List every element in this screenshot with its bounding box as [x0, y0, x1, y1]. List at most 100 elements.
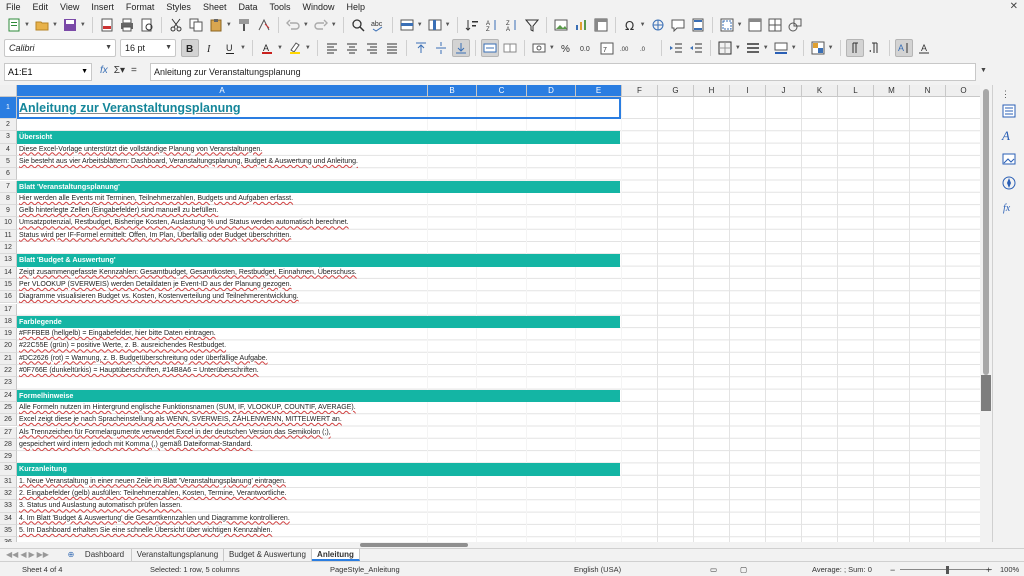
save-dropdown-icon[interactable]: ▼: [80, 22, 86, 28]
cut-icon[interactable]: [167, 16, 185, 34]
redo-icon[interactable]: [312, 16, 330, 34]
column-header-h[interactable]: H: [694, 85, 730, 97]
menu-edit[interactable]: Edit: [27, 2, 55, 12]
text-cell[interactable]: Zeigt zusammengefasste Kennzahlen: Gesam…: [17, 267, 620, 279]
borders-icon[interactable]: [716, 39, 734, 57]
column-header-e[interactable]: E: [576, 85, 622, 97]
text-cell[interactable]: Status wird per IF-Formel ermittelt: Off…: [17, 230, 620, 242]
italic-button[interactable]: I: [201, 39, 219, 57]
section-header-cell[interactable]: Übersicht: [17, 131, 620, 144]
sort-icon[interactable]: [463, 16, 481, 34]
text-cell[interactable]: Sie besteht aus vier Arbeitsblättern: Da…: [17, 156, 620, 168]
hyperlink-icon[interactable]: [649, 16, 667, 34]
row-header-6[interactable]: 6: [0, 168, 17, 181]
text-cell[interactable]: Gelb hinterlegte Zellen (Eingabefelder) …: [17, 205, 620, 217]
print-preview-icon[interactable]: [138, 16, 156, 34]
headers-footers-icon[interactable]: [689, 16, 707, 34]
row-icon[interactable]: [398, 16, 416, 34]
font-name-combobox[interactable]: Calibri ▼: [4, 39, 116, 57]
print-icon[interactable]: [118, 16, 136, 34]
conditional-dropdown-icon[interactable]: ▼: [828, 45, 834, 51]
new-document-icon[interactable]: [5, 16, 23, 34]
open-folder-icon[interactable]: [33, 16, 51, 34]
row-header-22[interactable]: 22: [0, 365, 17, 378]
print-area-dropdown-icon[interactable]: ▼: [737, 22, 743, 28]
horizontal-scroll-thumb[interactable]: [360, 543, 468, 547]
zoom-level[interactable]: 100%: [1000, 565, 1019, 574]
insert-chart-icon[interactable]: [572, 16, 590, 34]
formula-icon[interactable]: =: [131, 65, 137, 76]
text-cell[interactable]: [17, 119, 620, 131]
styles-icon[interactable]: A: [1001, 127, 1017, 143]
column-header-l[interactable]: L: [838, 85, 874, 97]
section-header-cell[interactable]: Formelhinweise: [17, 389, 620, 402]
menu-format[interactable]: Format: [120, 2, 161, 12]
sidebar-menu-icon[interactable]: ⋮: [1001, 89, 1010, 100]
select-all-corner[interactable]: [0, 85, 17, 97]
font-color-dropdown-icon[interactable]: ▼: [277, 45, 283, 51]
tab-veranstaltungsplanung[interactable]: Veranstaltungsplanung: [132, 549, 224, 561]
split-window-icon[interactable]: [766, 16, 784, 34]
date-format-icon[interactable]: 7: [598, 39, 616, 57]
row-header-29[interactable]: 29: [0, 451, 17, 464]
undo-dropdown-icon[interactable]: ▼: [303, 22, 309, 28]
text-cell[interactable]: 4. Im Blatt 'Budget & Auswertung' die Ge…: [17, 513, 620, 525]
functions-icon[interactable]: fx: [1001, 199, 1017, 215]
sort-descending-icon[interactable]: ZA: [503, 16, 521, 34]
text-cell[interactable]: Umsatzpotenzial, Restbudget, Bisherige K…: [17, 217, 620, 229]
previous-sheet-icon[interactable]: ◀: [20, 550, 26, 559]
text-direction-rtl-icon[interactable]: [866, 39, 884, 57]
sheet-navigation[interactable]: ◀◀ ◀ ▶ ▶▶: [6, 550, 49, 559]
align-right-icon[interactable]: [363, 39, 381, 57]
text-cell[interactable]: Als Trennzeichen für Formelargumente ver…: [17, 427, 620, 439]
text-cell[interactable]: #0F766E (dunkeltürkis) = Hauptüberschrif…: [17, 365, 620, 377]
find-replace-icon[interactable]: [349, 16, 367, 34]
gallery-icon[interactable]: [1001, 151, 1017, 167]
menu-data[interactable]: Data: [232, 2, 263, 12]
row-header-24[interactable]: 24: [0, 389, 17, 402]
insert-image-icon[interactable]: [552, 16, 570, 34]
text-cell[interactable]: [17, 451, 620, 463]
row-header-21[interactable]: 21: [0, 352, 17, 365]
special-character-icon[interactable]: Ω: [621, 16, 639, 34]
conditional-format-icon[interactable]: [809, 39, 827, 57]
redo-dropdown-icon[interactable]: ▼: [331, 22, 337, 28]
row-header-13[interactable]: 13: [0, 254, 17, 267]
column-header-j[interactable]: J: [766, 85, 802, 97]
column-icon[interactable]: [426, 16, 444, 34]
text-cell[interactable]: #22C55E (grün) = positive Werte, z. B. a…: [17, 340, 620, 352]
row-header-23[interactable]: 23: [0, 377, 17, 390]
text-cell[interactable]: [17, 168, 620, 180]
borders-dropdown-icon[interactable]: ▼: [735, 45, 741, 51]
row-header-16[interactable]: 16: [0, 291, 17, 304]
currency-dropdown-icon[interactable]: ▼: [549, 45, 555, 51]
undo-icon[interactable]: [284, 16, 302, 34]
cell-area[interactable]: Anleitung zur Veranstaltungsplanung Übers…: [17, 97, 980, 542]
align-top-icon[interactable]: [412, 39, 430, 57]
text-cell[interactable]: 3. Status und Auslastung automatisch prü…: [17, 500, 620, 512]
column-header-o[interactable]: O: [946, 85, 980, 97]
row-header-35[interactable]: 35: [0, 524, 17, 538]
currency-format-icon[interactable]: [530, 39, 548, 57]
border-color-icon[interactable]: [772, 39, 790, 57]
special-character-dropdown-icon[interactable]: ▼: [640, 22, 646, 28]
column-header-b[interactable]: B: [428, 85, 477, 97]
row-header-18[interactable]: 18: [0, 315, 17, 329]
center-vertically-icon[interactable]: [432, 39, 450, 57]
row-dropdown-icon[interactable]: ▼: [417, 22, 423, 28]
row-header-19[interactable]: 19: [0, 328, 17, 341]
sum-icon[interactable]: Σ▾: [114, 65, 125, 76]
text-cell[interactable]: Diese Excel-Vorlage unterstützt die voll…: [17, 144, 620, 156]
row-header-36[interactable]: 36: [0, 537, 17, 542]
spelling-icon[interactable]: abc: [369, 16, 387, 34]
column-header-m[interactable]: M: [874, 85, 910, 97]
column-header-d[interactable]: D: [527, 85, 576, 97]
show-draw-functions-icon[interactable]: [786, 16, 804, 34]
menu-styles[interactable]: Styles: [160, 2, 197, 12]
sort-ascending-icon[interactable]: AZ: [483, 16, 501, 34]
row-header-1[interactable]: 1: [0, 97, 17, 119]
column-header-i[interactable]: I: [730, 85, 766, 97]
text-direction-ltr-icon[interactable]: [845, 39, 864, 57]
delete-decimal-icon[interactable]: .0: [638, 39, 656, 57]
row-header-15[interactable]: 15: [0, 278, 17, 292]
